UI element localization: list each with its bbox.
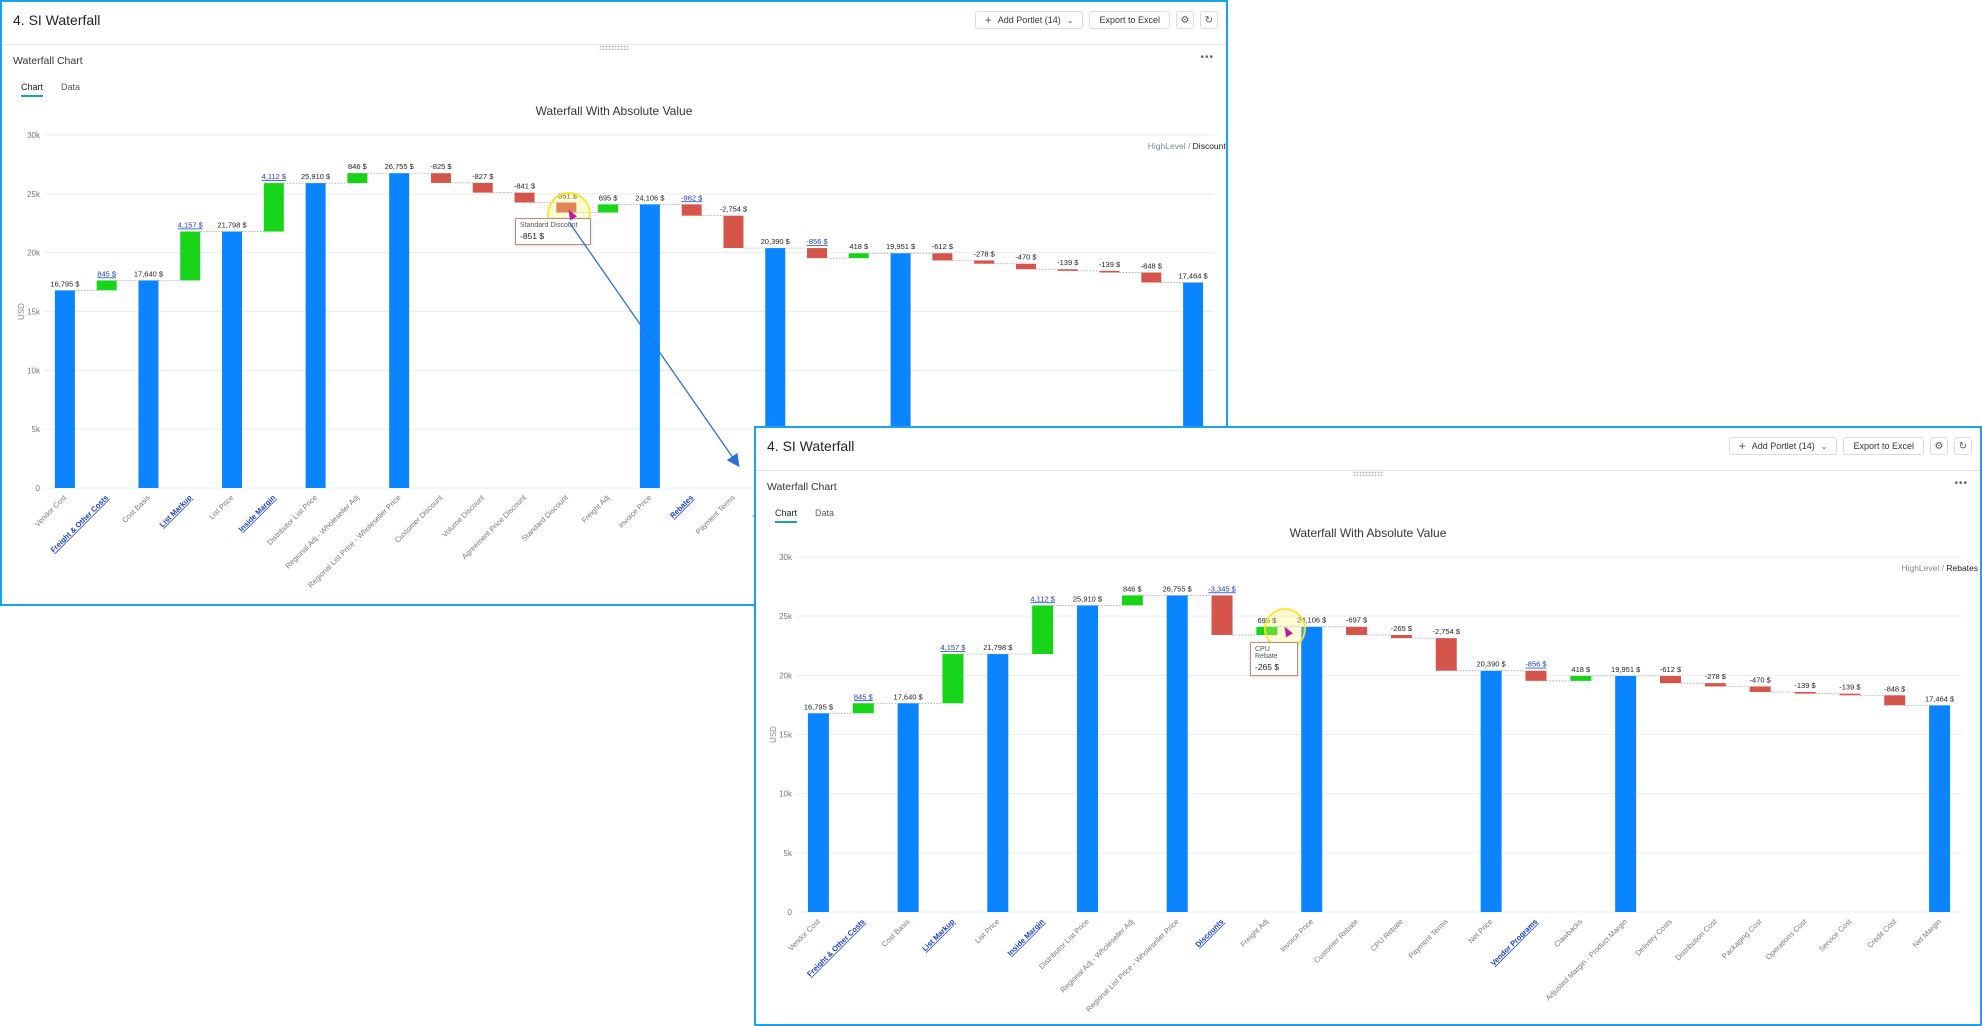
x-tick-label: CPU Rebate bbox=[1369, 917, 1405, 953]
waterfall-bar-net-margin bbox=[1929, 705, 1951, 912]
data-label: -848 $ bbox=[1884, 684, 1906, 693]
waterfall-chart-rebates: Waterfall With Absolute Value HighLevel /… bbox=[769, 526, 1978, 1014]
data-label: -278 $ bbox=[1705, 672, 1727, 681]
tooltip-name: CPU Rebate bbox=[1255, 646, 1278, 660]
data-label: 4,157 $ bbox=[940, 643, 966, 652]
data-label: 16,795 $ bbox=[804, 702, 834, 711]
x-tick-label: Packaging Cost bbox=[1720, 916, 1764, 960]
waterfall-bar-vendor-programs bbox=[1525, 670, 1547, 681]
data-label: -265 $ bbox=[1391, 624, 1413, 633]
data-label: 20,390 $ bbox=[1477, 660, 1507, 669]
waterfall-bar-clawbacks bbox=[1570, 675, 1592, 681]
x-tick-label[interactable]: List Markup bbox=[920, 917, 956, 953]
y-tick-label: 15k bbox=[779, 731, 793, 740]
x-tick-label[interactable]: Inside Margin bbox=[1006, 917, 1047, 958]
tooltip-value: -265 $ bbox=[1255, 662, 1280, 672]
x-tick-label[interactable]: Vendor Programs bbox=[1489, 917, 1540, 968]
data-label: 17,464 $ bbox=[1925, 694, 1955, 703]
data-label: -856 $ bbox=[1525, 660, 1547, 669]
x-tick-label: Credit Cost bbox=[1865, 916, 1899, 950]
waterfall-bar-inside-margin bbox=[1032, 605, 1054, 655]
waterfall-bar-regional-adj-wholeseller-adj bbox=[1121, 595, 1143, 606]
x-tick-label: Payment Terms bbox=[1407, 917, 1450, 960]
waterfall-bar-customer-rebate bbox=[1346, 626, 1368, 635]
chart-title: Waterfall With Absolute Value bbox=[1290, 526, 1447, 540]
breadcrumb-current: Rebates bbox=[1946, 563, 1978, 573]
x-tick-label: Net Price bbox=[1466, 917, 1494, 945]
waterfall-bar-delivery-costs bbox=[1660, 675, 1681, 684]
x-tick-label: Regional Adj - Wholeseller Adj bbox=[1058, 917, 1136, 995]
waterfall-bar-operations-cost bbox=[1794, 692, 1816, 694]
waterfall-bar-cpu-rebate bbox=[1390, 634, 1412, 639]
waterfall-bar-adjusted-margin-product-margin bbox=[1615, 675, 1637, 912]
x-tick-label: Freight Adj bbox=[1239, 917, 1271, 949]
y-axis-label: USD bbox=[769, 726, 778, 743]
x-tick-label: Delivery Costs bbox=[1633, 917, 1674, 958]
waterfall-bar-packaging-cost bbox=[1749, 686, 1771, 693]
data-label: 418 $ bbox=[1571, 665, 1591, 674]
waterfall-bar-net-price bbox=[1480, 670, 1502, 912]
y-tick-label: 20k bbox=[779, 671, 793, 680]
waterfall-bar-credit-cost bbox=[1884, 695, 1906, 706]
x-tick-label: Adjusted Margin - Product Margin bbox=[1544, 917, 1629, 1002]
x-tick-label: Operations Cost bbox=[1764, 916, 1809, 961]
y-tick-label: 10k bbox=[779, 790, 793, 799]
x-tick-label: Distribution Cost bbox=[1673, 916, 1719, 962]
x-tick-label: Invoice Price bbox=[1278, 917, 1315, 954]
waterfall-bar-service-cost bbox=[1839, 693, 1861, 696]
waterfall-bar-payment-terms bbox=[1435, 638, 1457, 671]
waterfall-bar-discounts bbox=[1211, 595, 1233, 635]
x-tick-label[interactable]: Discounts bbox=[1193, 917, 1225, 949]
data-label: -612 $ bbox=[1660, 665, 1682, 674]
x-tick-label: Clawbacks bbox=[1552, 917, 1584, 949]
y-tick-label: 30k bbox=[779, 553, 793, 562]
x-tick-label: Net Margin bbox=[1911, 917, 1943, 949]
data-label: 25,910 $ bbox=[1073, 594, 1103, 603]
waterfall-bar-list-price bbox=[987, 654, 1009, 912]
data-label: 26,755 $ bbox=[1163, 584, 1193, 593]
y-tick-label: 25k bbox=[779, 612, 793, 621]
waterfall-bar-invoice-price bbox=[1301, 626, 1323, 912]
y-tick-label: 5k bbox=[784, 849, 793, 858]
data-label: 846 $ bbox=[1123, 584, 1143, 593]
x-tick-label: Service Cost bbox=[1817, 916, 1854, 953]
waterfall-bar-regional-list-price-wholeseller-price bbox=[1166, 595, 1188, 912]
data-label: -139 $ bbox=[1794, 681, 1816, 690]
data-label: 21,798 $ bbox=[983, 643, 1013, 652]
x-tick-label: Customer Rebate bbox=[1312, 917, 1360, 965]
data-label: -697 $ bbox=[1346, 616, 1368, 625]
breadcrumb: HighLevel / Rebates bbox=[1901, 563, 1978, 573]
x-tick-label: Vendor Cost bbox=[786, 916, 822, 952]
data-label: 845 $ bbox=[854, 692, 874, 701]
waterfall-bar-cost-basis bbox=[897, 703, 919, 912]
x-tick-label: List Price bbox=[973, 917, 1001, 945]
data-label: 17,640 $ bbox=[894, 692, 924, 701]
data-label: -470 $ bbox=[1750, 675, 1772, 684]
waterfall-bar-vendor-cost bbox=[807, 713, 829, 912]
y-tick-label: 0 bbox=[788, 908, 793, 917]
x-tick-label: Cost Basis bbox=[880, 917, 912, 949]
waterfall-bar-freight-other-costs bbox=[852, 703, 874, 714]
data-label: 19,951 $ bbox=[1611, 665, 1641, 674]
waterfall-bar-list-markup bbox=[942, 654, 964, 704]
x-tick-label: Regional List Price - Wholeseller Price bbox=[1084, 917, 1181, 1014]
data-label: -2,754 $ bbox=[1433, 627, 1461, 636]
waterfall-bar-distributor-list-price bbox=[1077, 605, 1098, 912]
waterfall-portlet-rebates: 4. SI Waterfall + Add Portlet (14) ⌄ Exp… bbox=[754, 426, 1982, 1026]
breadcrumb-root[interactable]: HighLevel / bbox=[1901, 563, 1946, 573]
data-label: -3,345 $ bbox=[1208, 584, 1236, 593]
bar-tooltip: CPU Rebate -265 $ bbox=[1250, 642, 1298, 676]
waterfall-bar-distribution-cost bbox=[1704, 683, 1726, 687]
data-label: -139 $ bbox=[1839, 683, 1861, 692]
data-label: 4,112 $ bbox=[1030, 594, 1055, 603]
